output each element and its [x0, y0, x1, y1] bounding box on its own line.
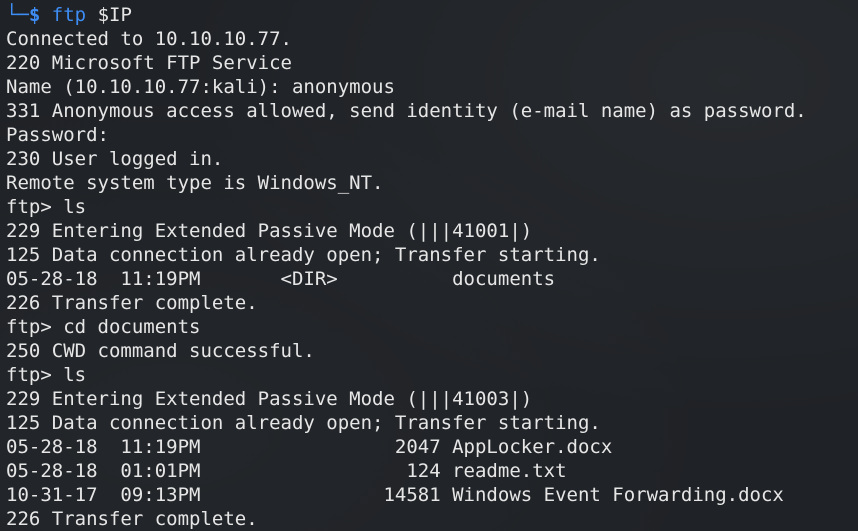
- output-line: ftp> cd documents: [6, 316, 201, 338]
- terminal-window[interactable]: └─$ ftp $IP Connected to 10.10.10.77. 22…: [0, 0, 858, 531]
- prompt-line: └─$ ftp $IP: [6, 3, 858, 27]
- output-line: 05-28-18 01:01PM 124 readme.txt: [6, 460, 567, 482]
- output-line: 229 Entering Extended Passive Mode (|||4…: [6, 220, 533, 242]
- output-line: 220 Microsoft FTP Service: [6, 52, 292, 74]
- output-line: 230 User logged in.: [6, 148, 224, 170]
- output-line: 05-28-18 11:19PM 2047 AppLocker.docx: [6, 436, 613, 458]
- output-line: 226 Transfer complete.: [6, 508, 258, 530]
- output-line: ftp> ls: [6, 196, 87, 218]
- output-line: Connected to 10.10.10.77.: [6, 28, 292, 50]
- output-line: ftp> ls: [6, 364, 87, 386]
- output-line: 229 Entering Extended Passive Mode (|||4…: [6, 388, 533, 410]
- output-line: 250 CWD command successful.: [6, 340, 315, 362]
- prompt-dollar: $: [28, 4, 41, 26]
- output-line: 10-31-17 09:13PM 14581 Windows Event For…: [6, 484, 784, 506]
- output-line: 331 Anonymous access allowed, send ident…: [6, 100, 807, 122]
- output-line: 226 Transfer complete.: [6, 292, 258, 314]
- terminal-output: └─$ ftp $IP Connected to 10.10.10.77. 22…: [6, 3, 858, 531]
- output-line: 125 Data connection already open; Transf…: [6, 244, 601, 266]
- output-line: 125 Data connection already open; Transf…: [6, 412, 601, 434]
- command-name: ftp: [51, 4, 87, 26]
- prompt-corner: └─: [6, 4, 29, 26]
- output-line: Name (10.10.10.77:kali): anonymous: [6, 76, 395, 98]
- output-line: Remote system type is Windows_NT.: [6, 172, 384, 194]
- output-line: Password:: [6, 124, 109, 146]
- command-argument: $IP: [97, 4, 132, 26]
- output-line: 05-28-18 11:19PM <DIR> documents: [6, 268, 556, 290]
